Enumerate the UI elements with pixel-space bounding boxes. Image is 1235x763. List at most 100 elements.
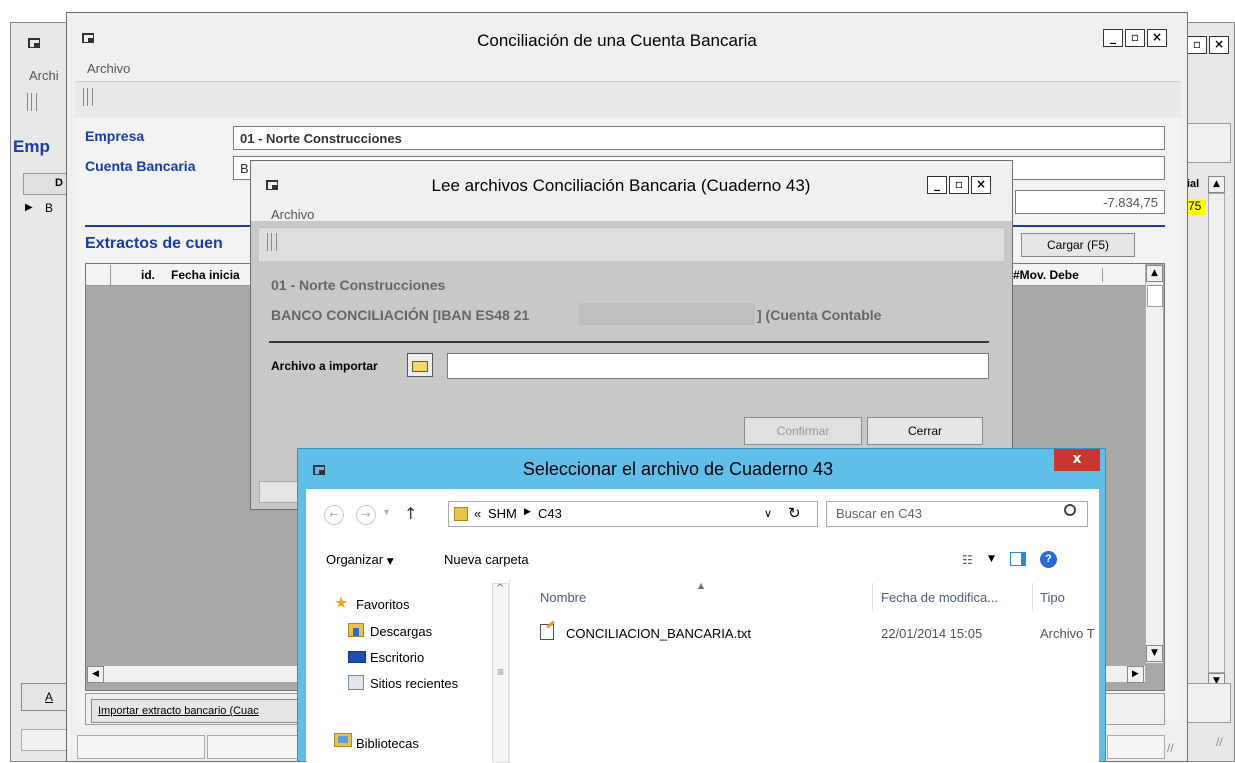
main-menu-archivo[interactable]: Archivo — [87, 61, 130, 76]
main-close-button[interactable]: × — [1147, 29, 1167, 47]
grid-scroll-thumb[interactable] — [1147, 285, 1163, 307]
lee-minimize-button[interactable]: _ — [927, 176, 947, 194]
lee-company: 01 - Norte Construcciones — [271, 277, 446, 293]
status-panel-3 — [1107, 735, 1165, 759]
status-panel-2 — [207, 735, 307, 759]
archivo-importar-field[interactable] — [447, 353, 989, 379]
path-segment-c43[interactable]: C43 — [538, 506, 562, 521]
back-menu-archivo[interactable]: Archi — [29, 68, 59, 83]
back-heading: Emp — [13, 137, 50, 156]
cuenta-bancaria-label: Cuenta Bancaria — [85, 158, 196, 174]
path-prefix: « — [474, 506, 482, 521]
grid-scroll-down[interactable]: ▼ — [1146, 645, 1163, 662]
file-dialog-title: Seleccionar el archivo de Cuaderno 43 — [522, 459, 834, 479]
recent-dropdown-icon[interactable]: ▾ — [384, 507, 389, 518]
nav-item-bibliotecas[interactable]: Bibliotecas — [356, 736, 419, 751]
lee-bank-redacted — [579, 303, 755, 325]
organizar-menu[interactable]: Organizar ▼ — [326, 552, 394, 567]
desktop-icon — [348, 651, 366, 663]
sort-up-icon: ▲ — [698, 581, 705, 590]
forward-nav-icon[interactable]: → — [356, 505, 376, 525]
nav-item-escritorio[interactable]: Escritorio — [370, 650, 424, 665]
chevron-down-icon: ▼ — [386, 557, 394, 567]
back-row-b[interactable]: B — [45, 201, 53, 215]
app-icon — [27, 37, 41, 48]
text-file-icon — [540, 620, 555, 640]
grid-scroll-right[interactable]: ▶ — [1127, 666, 1144, 683]
search-placeholder: Buscar en C43 — [836, 506, 922, 521]
refresh-icon[interactable]: ↻ — [788, 504, 801, 522]
column-nombre[interactable]: Nombre — [540, 590, 586, 605]
col-fecha[interactable]: Fecha inicia — [171, 268, 240, 282]
nueva-carpeta-button[interactable]: Nueva carpeta — [444, 552, 529, 567]
lee-maximize-button[interactable]: ▫ — [949, 176, 969, 194]
back-maximize-button[interactable]: ▫ — [1187, 36, 1207, 54]
back-col-d: D — [55, 177, 63, 189]
back-bottom-panel — [1181, 683, 1231, 723]
main-maximize-button[interactable]: ▫ — [1125, 29, 1145, 47]
cargar-button[interactable]: Cargar (F5) — [1021, 233, 1135, 257]
main-toolbar — [75, 81, 1181, 117]
lee-bank-prefix: BANCO CONCILIACIÓN [IBAN ES48 21 — [271, 307, 530, 323]
file-dialog-close-button[interactable]: x — [1054, 449, 1100, 471]
col-mov-debe[interactable]: #Mov. Debe — [1013, 268, 1103, 282]
star-icon: ★ — [334, 593, 349, 612]
folder-open-icon[interactable] — [407, 353, 433, 377]
main-window-title: Conciliación de una Cuenta Bancaria — [477, 31, 757, 50]
organizar-label: Organizar — [326, 552, 384, 567]
help-icon[interactable]: ? — [1040, 551, 1057, 568]
col-indicator — [87, 265, 111, 285]
downloads-folder-icon — [348, 623, 364, 637]
back-right-panel — [1181, 123, 1231, 163]
back-close-button[interactable]: × — [1209, 36, 1229, 54]
path-segment-shm[interactable]: SHM — [488, 506, 517, 521]
resize-grip[interactable]: // — [1216, 735, 1223, 749]
back-vscroll[interactable] — [1208, 193, 1225, 673]
grid-scroll-up[interactable]: ▲ — [1146, 265, 1163, 282]
amount-field: -7.834,75 — [1015, 190, 1165, 214]
archivo-importar-label: Archivo a importar — [271, 359, 378, 373]
main-minimize-button[interactable]: _ — [1103, 29, 1123, 47]
file-date: 22/01/2014 15:05 — [881, 626, 983, 641]
empresa-field[interactable]: 01 - Norte Construcciones — [233, 126, 1165, 150]
nav-scroll-up[interactable]: ^ — [496, 583, 504, 594]
extractos-heading: Extractos de cuen — [85, 235, 223, 252]
column-tipo[interactable]: Tipo — [1040, 590, 1065, 605]
chevron-right-icon: ▶ — [524, 507, 531, 517]
lee-menu-archivo[interactable]: Archivo — [271, 207, 314, 222]
lee-separator — [269, 341, 989, 343]
file-type: Archivo T — [1040, 626, 1095, 641]
grid-scroll-left[interactable]: ◀ — [87, 666, 104, 683]
toolbar-grip — [27, 93, 37, 111]
status-panel-1 — [77, 735, 205, 759]
nav-item-descargas[interactable]: Descargas — [370, 624, 432, 639]
preview-pane-icon[interactable] — [1010, 552, 1026, 566]
lee-toolbar — [259, 227, 1004, 261]
file-row[interactable]: CONCILIACION_BANCARIA.txt 22/01/2014 15:… — [530, 620, 1098, 645]
address-dropdown-icon[interactable]: ∨ — [764, 507, 772, 520]
back-scroll-up[interactable]: ▲ — [1208, 176, 1225, 193]
confirmar-button[interactable]: Confirmar — [744, 417, 862, 445]
nav-item-sitios-recientes[interactable]: Sitios recientes — [370, 676, 458, 691]
column-fecha[interactable]: Fecha de modifica... — [881, 590, 998, 605]
search-icon[interactable] — [1064, 504, 1076, 516]
toolbar-grip — [267, 233, 277, 251]
column-divider — [1032, 583, 1033, 611]
grid-vscroll[interactable] — [1145, 264, 1164, 664]
back-col-right: ial — [1187, 178, 1200, 190]
nav-scroll-thumb[interactable]: ≡ — [497, 665, 504, 679]
importar-button[interactable]: Importar extracto bancario (Cuac — [91, 699, 311, 723]
nav-item-favoritos[interactable]: Favoritos — [356, 597, 409, 612]
back-nav-icon[interactable]: ← — [324, 505, 344, 525]
recent-places-icon — [348, 675, 364, 690]
lee-window-title: Lee archivos Conciliación Bancaria (Cuad… — [431, 176, 811, 195]
resize-grip[interactable]: // — [1167, 741, 1174, 755]
lee-close-button[interactable]: × — [971, 176, 991, 194]
view-options-icon[interactable]: ☷ — [962, 553, 973, 567]
up-arrow-icon[interactable]: ↑ — [404, 504, 417, 523]
col-id[interactable]: id. — [141, 268, 155, 282]
empresa-label: Empresa — [85, 128, 145, 144]
view-dropdown-icon[interactable]: ▼ — [988, 554, 995, 564]
cerrar-button[interactable]: Cerrar — [867, 417, 983, 445]
toolbar-grip — [83, 88, 93, 106]
